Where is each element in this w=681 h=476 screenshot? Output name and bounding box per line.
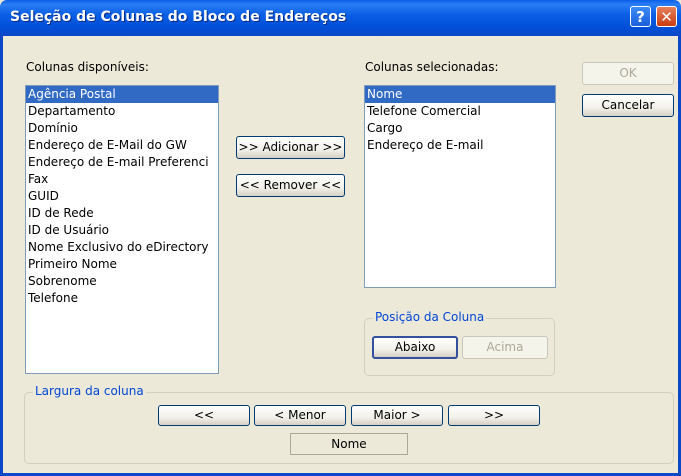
list-item[interactable]: Departamento (26, 103, 218, 120)
help-button[interactable]: ? (630, 6, 651, 27)
list-item[interactable]: Endereço de E-mail (365, 137, 555, 154)
available-columns-label: Colunas disponíveis: (26, 60, 149, 74)
smaller-width-button[interactable]: < Menor (254, 405, 346, 426)
list-item[interactable]: GUID (26, 188, 218, 205)
list-item[interactable]: ID de Usuário (26, 222, 218, 239)
list-item[interactable]: Nome Exclusivo do eDirectory (26, 239, 218, 256)
max-width-button[interactable]: >> (448, 405, 540, 426)
list-item[interactable]: Endereço de E-mail Preferenci (26, 154, 218, 171)
available-columns-list[interactable]: Agência Postal Departamento Domínio Ende… (25, 85, 219, 374)
list-item[interactable]: Agência Postal (26, 86, 218, 103)
list-item[interactable]: Domínio (26, 120, 218, 137)
list-item[interactable]: Cargo (365, 120, 555, 137)
list-item[interactable]: Telefone (26, 290, 218, 307)
title-bar: Seleção de Colunas do Bloco de Endereços… (0, 0, 681, 36)
ok-button[interactable]: OK (582, 62, 674, 85)
list-item[interactable]: ID de Rede (26, 205, 218, 222)
window-title: Seleção de Colunas do Bloco de Endereços (10, 9, 347, 25)
move-up-button[interactable]: Acima (462, 336, 548, 359)
column-position-legend: Posição da Coluna (373, 310, 487, 324)
list-item[interactable]: Sobrenome (26, 273, 218, 290)
move-down-button[interactable]: Abaixo (372, 336, 458, 359)
list-item[interactable]: Telefone Comercial (365, 103, 555, 120)
cancel-button[interactable]: Cancelar (582, 94, 674, 117)
selected-columns-list[interactable]: Nome Telefone Comercial Cargo Endereço d… (364, 85, 556, 288)
list-item[interactable]: Nome (365, 86, 555, 103)
add-button[interactable]: >> Adicionar >> (236, 136, 345, 159)
list-item[interactable]: Endereço de E-Mail do GW (26, 137, 218, 154)
list-item[interactable]: Fax (26, 171, 218, 188)
remove-button[interactable]: << Remover << (236, 174, 345, 197)
column-width-legend: Largura da coluna (33, 384, 146, 398)
bigger-width-button[interactable]: Maior > (351, 405, 443, 426)
min-width-button[interactable]: << (158, 405, 250, 426)
list-item[interactable]: Primeiro Nome (26, 256, 218, 273)
current-column-field: Nome (290, 433, 408, 455)
selected-columns-label: Colunas selecionadas: (365, 60, 499, 74)
close-button[interactable]: ✕ (656, 6, 677, 27)
